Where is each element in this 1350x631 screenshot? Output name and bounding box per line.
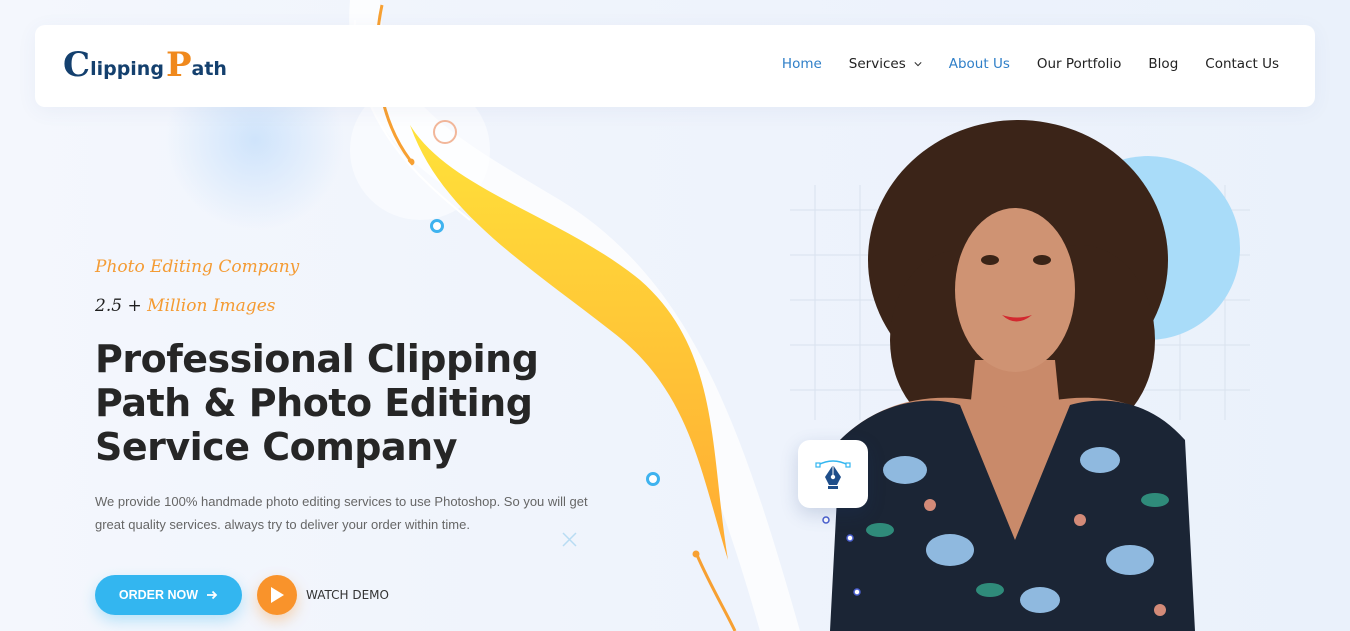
hero-description: We provide 100% handmade photo editing s… <box>95 494 588 532</box>
arrow-right-icon <box>207 590 218 600</box>
nav-blog[interactable]: Blog <box>1148 56 1178 72</box>
hero-eyebrow: Photo Editing Company <box>95 257 300 277</box>
hero-stat: 2.5 + Million Images <box>95 296 275 316</box>
hero-stat-prefix: 2.5 + <box>95 296 148 316</box>
page: C lipping P ath Home Services About Us O… <box>0 0 1350 631</box>
nav-home[interactable]: Home <box>782 56 822 72</box>
pen-tool-icon <box>815 460 851 489</box>
logo-word-path: ath <box>191 58 227 80</box>
nav-services[interactable]: Services <box>849 56 922 72</box>
order-now-button[interactable]: ORDER NOW <box>95 575 242 615</box>
hero-stat-highlight: Million Images <box>147 296 276 316</box>
watch-demo-label: WATCH DEMO <box>306 588 389 602</box>
nav-our-portfolio[interactable]: Our Portfolio <box>1037 56 1122 72</box>
play-icon <box>257 575 297 615</box>
hero-model-image <box>790 120 1250 631</box>
logo-letter-c: C <box>63 45 91 85</box>
site-header: C lipping P ath Home Services About Us O… <box>35 25 1315 107</box>
order-now-label: ORDER NOW <box>118 588 199 602</box>
chevron-down-icon <box>914 62 922 67</box>
logo-word-clipping: lipping <box>90 58 164 80</box>
nav-about-us[interactable]: About Us <box>949 56 1010 72</box>
logo-letter-p: P <box>165 45 192 85</box>
hero-headline: Professional Clipping Path & Photo Editi… <box>95 337 539 469</box>
pen-tool-card <box>798 440 868 508</box>
main-nav: Home Services About Us Our Portfolio Blo… <box>755 56 1279 72</box>
watch-demo-button[interactable]: WATCH DEMO <box>257 575 389 615</box>
site-logo[interactable]: C lipping P ath <box>63 43 227 87</box>
nav-contact-us[interactable]: Contact Us <box>1205 56 1279 72</box>
nav-services-label: Services <box>848 56 906 72</box>
